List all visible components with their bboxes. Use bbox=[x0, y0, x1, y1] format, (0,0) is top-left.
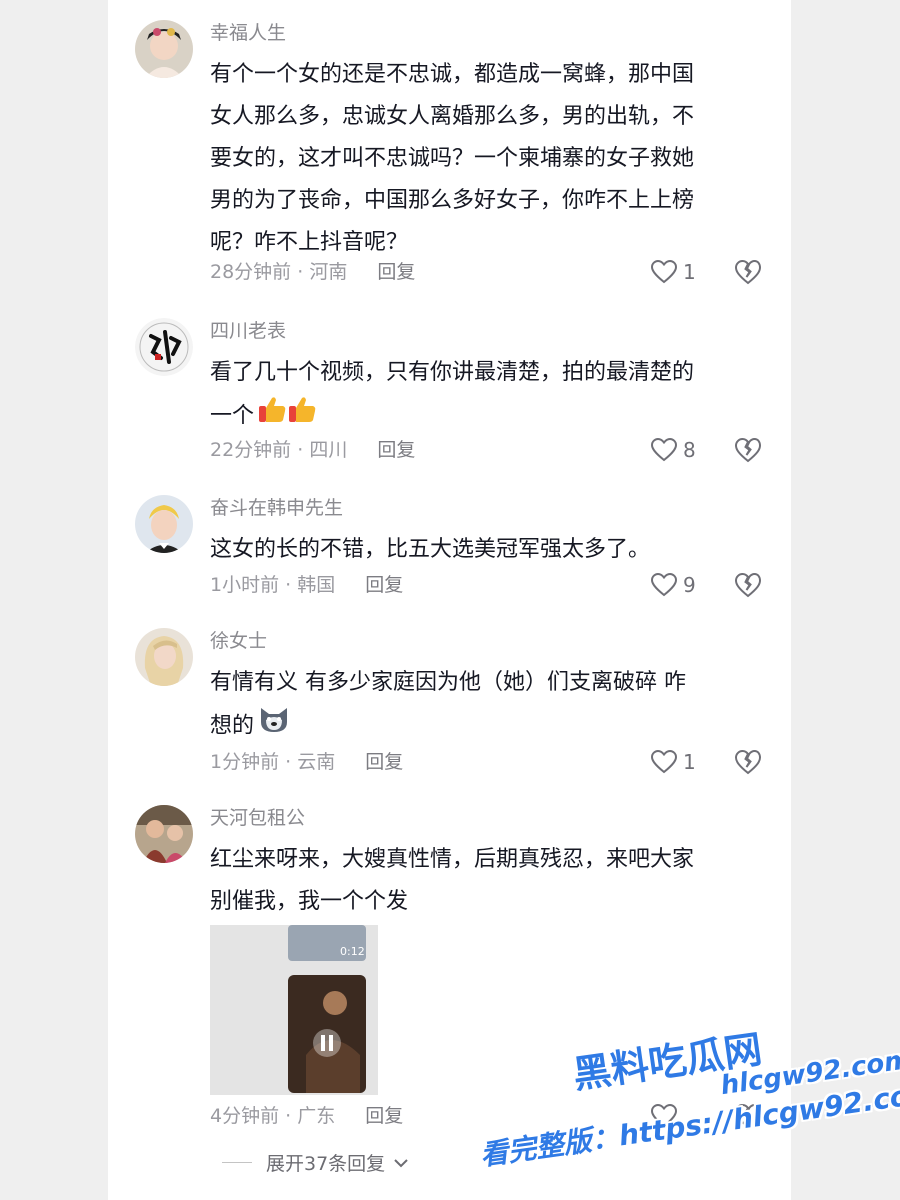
comment-meta: 1小时前 · 韩国 回复 bbox=[210, 574, 404, 596]
avatar[interactable] bbox=[135, 20, 193, 78]
comment-text: 有个一个女的还是不忠诚，都造成一窝蜂，那中国 女人那么多，忠诚女人离婚那么多，男… bbox=[210, 62, 695, 255]
username[interactable]: 四川老表 bbox=[210, 318, 286, 344]
video-duration: 0:12 bbox=[340, 945, 365, 958]
username[interactable]: 天河包租公 bbox=[210, 805, 305, 831]
reply-button[interactable]: 回复 bbox=[365, 751, 403, 773]
reply-button[interactable]: 回复 bbox=[365, 1105, 403, 1127]
reply-button[interactable]: 回复 bbox=[365, 574, 403, 596]
timestamp: 28分钟前 bbox=[210, 261, 292, 283]
like-count: 1 bbox=[683, 260, 696, 284]
chevron-down-icon bbox=[394, 1158, 408, 1167]
expand-replies-button[interactable]: 展开37条回复 bbox=[222, 1149, 409, 1176]
broken-heart-icon[interactable] bbox=[734, 571, 762, 599]
timestamp: 4分钟前 bbox=[210, 1105, 280, 1127]
reply-button[interactable]: 回复 bbox=[377, 261, 415, 283]
like-count: 9 bbox=[683, 573, 696, 597]
timestamp: 1小时前 bbox=[210, 574, 280, 596]
like-button[interactable]: 1 bbox=[651, 747, 696, 777]
comment-panel: 幸福人生 有个一个女的还是不忠诚，都造成一窝蜂，那中国 女人那么多，忠诚女人离婚… bbox=[108, 0, 791, 1200]
comment-meta: 1分钟前 · 云南 回复 bbox=[210, 751, 404, 773]
broken-heart-icon[interactable] bbox=[734, 258, 762, 286]
comment-meta: 28分钟前 · 河南 回复 bbox=[210, 261, 416, 283]
comment-meta: 4分钟前 · 广东 回复 bbox=[210, 1105, 404, 1127]
comment-text: 这女的长的不错，比五大选美冠军强太多了。 bbox=[210, 537, 651, 562]
username[interactable]: 徐女士 bbox=[210, 628, 267, 654]
username[interactable]: 奋斗在韩申先生 bbox=[210, 495, 343, 521]
broken-heart-icon[interactable] bbox=[734, 748, 762, 776]
reply-button[interactable]: 回复 bbox=[377, 439, 415, 461]
location: 广东 bbox=[297, 1105, 336, 1127]
heart-icon bbox=[651, 573, 677, 597]
like-count: 1 bbox=[683, 750, 696, 774]
comment-text: 红尘来呀来，大嫂真性情，后期真残忍，来吧大家 别催我，我一个个发 bbox=[210, 847, 695, 914]
avatar[interactable] bbox=[135, 495, 193, 553]
location: 韩国 bbox=[297, 574, 336, 596]
like-button[interactable]: 8 bbox=[651, 435, 696, 465]
divider bbox=[222, 1162, 252, 1163]
avatar[interactable] bbox=[135, 805, 193, 863]
comment-text: 有情有义 有多少家庭因为他（她）们支离破碎 咋 想的 bbox=[210, 662, 770, 746]
heart-icon bbox=[651, 260, 677, 284]
timestamp: 1分钟前 bbox=[210, 751, 280, 773]
timestamp: 22分钟前 bbox=[210, 439, 292, 461]
comment-meta: 22分钟前 · 四川 回复 bbox=[210, 439, 416, 461]
comment-image[interactable]: 0:12 bbox=[210, 925, 378, 1095]
comment-text: 看了几十个视频，只有你讲最清楚，拍的最清楚的 一个 bbox=[210, 352, 770, 436]
broken-heart-icon[interactable] bbox=[734, 436, 762, 464]
like-count: 8 bbox=[683, 438, 696, 462]
location: 河南 bbox=[309, 261, 348, 283]
heart-icon bbox=[651, 750, 677, 774]
avatar[interactable] bbox=[135, 318, 193, 376]
location: 四川 bbox=[309, 439, 348, 461]
avatar[interactable] bbox=[135, 628, 193, 686]
thumbs-up-icon bbox=[257, 394, 317, 439]
dog-face-icon bbox=[257, 704, 291, 749]
like-button[interactable]: 1 bbox=[651, 257, 696, 287]
username[interactable]: 幸福人生 bbox=[210, 20, 286, 46]
heart-icon bbox=[651, 438, 677, 462]
like-button[interactable]: 9 bbox=[651, 570, 696, 600]
location: 云南 bbox=[297, 751, 336, 773]
